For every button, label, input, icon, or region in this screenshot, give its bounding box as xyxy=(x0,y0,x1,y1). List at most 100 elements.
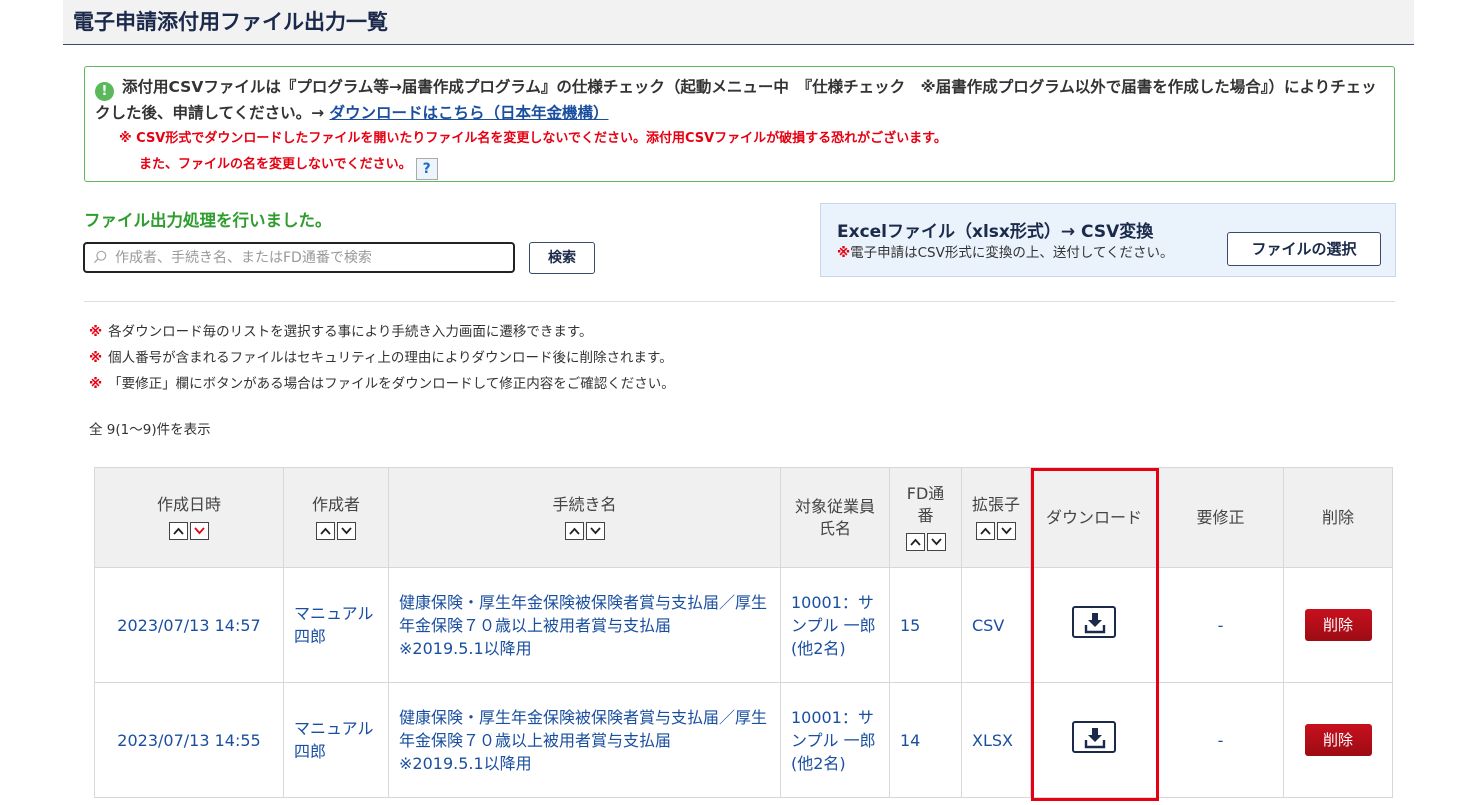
note-mark: ※ xyxy=(89,324,103,340)
note-text: 各ダウンロード毎のリストを選択する事により手続き入力画面に遷移できます。 xyxy=(108,324,593,340)
cell-fd[interactable]: 14 xyxy=(889,682,962,798)
delete-button[interactable]: 削除 xyxy=(1304,724,1372,756)
search-button[interactable]: 検索 xyxy=(529,242,595,274)
cell-date[interactable]: 2023/07/13 14:55 xyxy=(94,682,284,798)
cell-procedure[interactable]: 健康保険・厚生年金保険被保険者賞与支払届／厚生年金保険７０歳以上被用者賞与支払届… xyxy=(388,567,781,683)
delete-button[interactable]: 削除 xyxy=(1304,609,1372,641)
help-icon[interactable]: ? xyxy=(415,158,438,180)
col-employee-label-2: 氏名 xyxy=(818,518,851,538)
page-header: 電子申請添付用ファイル出力一覧 xyxy=(63,0,1414,45)
employee-name[interactable]: 10001：サンプル 一郎 xyxy=(791,708,876,750)
cell-fix: - xyxy=(1157,567,1284,683)
result-count: 全 9(1〜9)件を表示 xyxy=(89,422,211,438)
col-delete: 削除 xyxy=(1283,467,1393,568)
cell-fix: - xyxy=(1157,682,1284,798)
cell-delete: 削除 xyxy=(1283,567,1393,683)
sort-controls xyxy=(95,520,283,542)
col-procedure: 手続き名 xyxy=(388,467,781,568)
cell-delete: 削除 xyxy=(1283,682,1393,798)
note-item: ※ 個人番号が含まれるファイルはセキュリティ上の理由によりダウンロード後に削除され… xyxy=(89,345,675,371)
download-icon xyxy=(1084,728,1106,749)
status-message: ファイル出力処理を行いました。 xyxy=(84,211,332,230)
cell-creator[interactable]: マニュアル四郎 xyxy=(283,682,389,798)
cell-ext[interactable]: XLSX xyxy=(961,682,1031,798)
notice-text: 添付用CSVファイルは『プログラム等→届書作成プログラム』の仕様チェック（起動メ… xyxy=(95,78,1377,122)
download-icon xyxy=(1084,613,1106,634)
cell-employee[interactable]: 10001：サンプル 一郎 (他2名) xyxy=(780,682,890,798)
sort-asc-icon[interactable] xyxy=(905,533,925,551)
sort-desc-icon[interactable] xyxy=(926,533,946,551)
sort-asc-icon[interactable] xyxy=(169,522,188,540)
employee-other[interactable]: (他2名) xyxy=(791,639,846,658)
col-employee: 対象従業員 氏名 xyxy=(780,467,890,568)
col-fd-label-1: FD通 xyxy=(906,483,945,503)
excel-convert-panel: Excelファイル（xlsx形式）→ CSV変換 ※電子申請はCSV形式に変換の… xyxy=(820,203,1396,277)
sort-controls xyxy=(962,520,1030,542)
note-mark: ※ xyxy=(89,350,103,366)
sort-desc-icon[interactable] xyxy=(337,522,356,540)
procedure-name[interactable]: 健康保険・厚生年金保険被保険者賞与支払届／厚生年金保険７０歳以上被用者賞与支払届 xyxy=(399,593,767,635)
note-item: ※ 各ダウンロード毎のリストを選択する事により手続き入力画面に遷移できます。 xyxy=(89,319,675,345)
col-creator-label: 作成者 xyxy=(311,494,360,514)
col-ext: 拡張子 xyxy=(961,467,1031,568)
sort-desc-icon[interactable] xyxy=(190,522,209,540)
note-mark: ※ xyxy=(837,245,851,261)
sort-asc-icon[interactable] xyxy=(976,522,995,540)
excel-panel-note: ※電子申請はCSV形式に変換の上、送付してください。 xyxy=(837,241,1174,261)
procedure-note[interactable]: ※2019.5.1以降用 xyxy=(399,639,532,658)
file-list-table: 作成日時 作成者 手続き名 対象従業員 氏名 FD通 番 拡張子 ダウンロード … xyxy=(94,467,1393,798)
notes-list: ※ 各ダウンロード毎のリストを選択する事により手続き入力画面に遷移できます。 ※ 個… xyxy=(89,319,675,397)
excel-panel-title: Excelファイル（xlsx形式）→ CSV変換 xyxy=(837,222,1154,242)
col-fd: FD通 番 xyxy=(889,467,962,568)
sort-desc-icon[interactable] xyxy=(585,522,605,540)
exclamation-icon: ! xyxy=(95,82,114,101)
download-link[interactable]: ダウンロードはこちら（日本年金機構） xyxy=(329,104,608,122)
notice-line1: ! 添付用CSVファイルは『プログラム等→届書作成プログラム』の仕様チェック（起動… xyxy=(95,75,1385,126)
divider xyxy=(84,301,1395,302)
search-input[interactable] xyxy=(115,247,510,269)
download-button[interactable] xyxy=(1072,721,1116,753)
col-date: 作成日時 xyxy=(94,467,284,568)
table-row[interactable]: 2023/07/13 14:57 マニュアル四郎 健康保険・厚生年金保険被保険者… xyxy=(94,567,1393,683)
sort-desc-icon[interactable] xyxy=(997,522,1016,540)
excel-panel-note-text: 電子申請はCSV形式に変換の上、送付してください。 xyxy=(850,245,1174,261)
sort-controls xyxy=(389,520,780,542)
notice-warning-2: また、ファイルの名を変更しないでください。? xyxy=(139,153,438,180)
procedure-name[interactable]: 健康保険・厚生年金保険被保険者賞与支払届／厚生年金保険７０歳以上被用者賞与支払届 xyxy=(399,708,767,750)
cell-creator[interactable]: マニュアル四郎 xyxy=(283,567,389,683)
note-item: ※ 「要修正」欄にボタンがある場合はファイルをダウンロードして修正内容をご確認くだ… xyxy=(89,371,675,397)
col-ext-label: 拡張子 xyxy=(971,494,1020,514)
employee-other[interactable]: (他2名) xyxy=(791,754,846,773)
col-download: ダウンロード xyxy=(1030,467,1158,568)
note-text: 個人番号が含まれるファイルはセキュリティ上の理由によりダウンロード後に削除されま… xyxy=(108,350,673,366)
cell-fd[interactable]: 15 xyxy=(889,567,962,683)
notice-box: ! 添付用CSVファイルは『プログラム等→届書作成プログラム』の仕様チェック（起動… xyxy=(84,66,1395,182)
employee-name[interactable]: 10001：サンプル 一郎 xyxy=(791,593,876,635)
table-row[interactable]: 2023/07/13 14:55 マニュアル四郎 健康保険・厚生年金保険被保険者… xyxy=(94,682,1393,798)
sort-controls xyxy=(890,531,961,553)
col-employee-label-1: 対象従業員 xyxy=(794,496,875,516)
cell-employee[interactable]: 10001：サンプル 一郎 (他2名) xyxy=(780,567,890,683)
table-header-row: 作成日時 作成者 手続き名 対象従業員 氏名 FD通 番 拡張子 ダウンロード … xyxy=(94,467,1393,568)
file-select-button[interactable]: ファイルの選択 xyxy=(1227,232,1381,266)
col-fix: 要修正 xyxy=(1157,467,1284,568)
sort-asc-icon[interactable] xyxy=(316,522,335,540)
cell-procedure[interactable]: 健康保険・厚生年金保険被保険者賞与支払届／厚生年金保険７０歳以上被用者賞与支払届… xyxy=(388,682,781,798)
sort-controls xyxy=(284,520,388,542)
search-box xyxy=(83,242,515,273)
notice-warning-1: ※ CSV形式でダウンロードしたファイルを開いたりファイル名を変更しないでくださ… xyxy=(119,131,947,146)
note-mark: ※ xyxy=(89,376,103,392)
cell-download xyxy=(1030,682,1158,798)
cell-ext[interactable]: CSV xyxy=(961,567,1031,683)
page-title: 電子申請添付用ファイル出力一覧 xyxy=(73,10,388,34)
procedure-note[interactable]: ※2019.5.1以降用 xyxy=(399,754,532,773)
col-procedure-label: 手続き名 xyxy=(552,494,617,514)
cell-download xyxy=(1030,567,1158,683)
sort-asc-icon[interactable] xyxy=(564,522,584,540)
note-text: 「要修正」欄にボタンがある場合はファイルをダウンロードして修正内容をご確認くださ… xyxy=(108,376,675,392)
col-date-label: 作成日時 xyxy=(156,494,221,514)
search-icon xyxy=(93,250,107,264)
download-button[interactable] xyxy=(1072,606,1116,638)
cell-date[interactable]: 2023/07/13 14:57 xyxy=(94,567,284,683)
col-creator: 作成者 xyxy=(283,467,389,568)
